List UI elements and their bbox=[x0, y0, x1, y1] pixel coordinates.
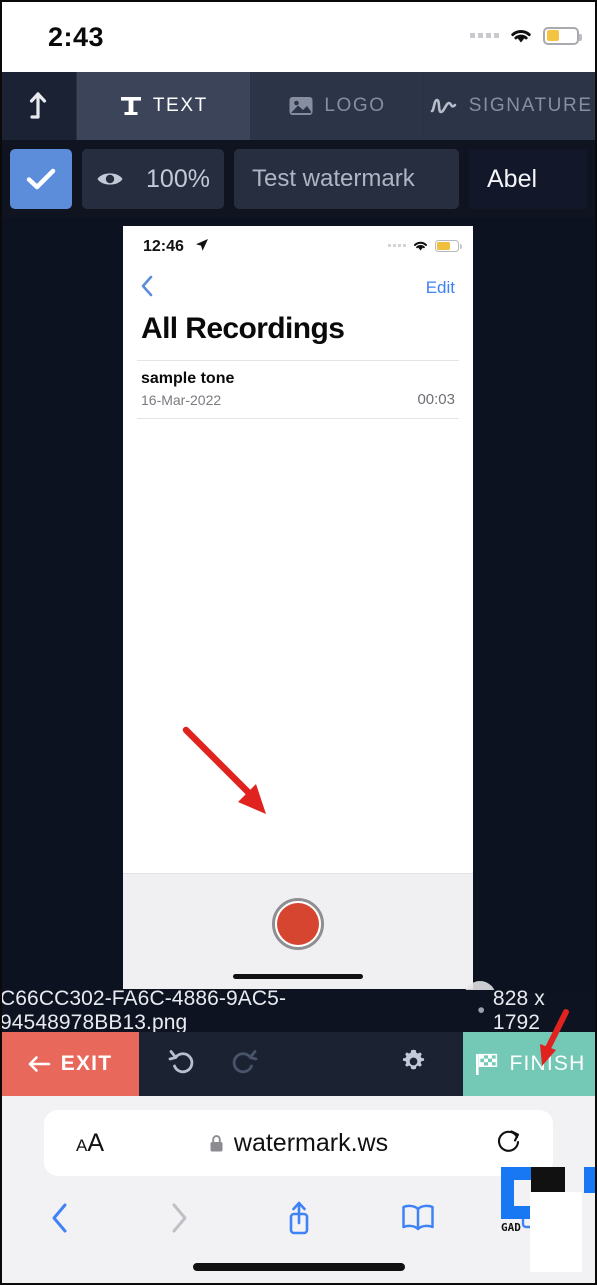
watermark-text-value: Test watermark bbox=[252, 165, 415, 192]
file-info-separator: • bbox=[477, 999, 485, 1022]
preview-back-button[interactable] bbox=[137, 272, 157, 305]
check-icon bbox=[26, 168, 56, 190]
preview-status-bar: 12:46 bbox=[123, 226, 473, 268]
opacity-value: 100% bbox=[146, 164, 210, 193]
watermark-text-input[interactable]: Test watermark bbox=[234, 149, 459, 209]
editor-canvas-stage[interactable]: 12:46 Edit All Recordings sample tone 16… bbox=[0, 218, 597, 990]
settings-button[interactable] bbox=[400, 1048, 427, 1080]
tab-logo-label: LOGO bbox=[324, 95, 386, 116]
record-circle-icon bbox=[277, 903, 319, 945]
file-name: C66CC302-FA6C-4886-9AC5-94548978BB13.png bbox=[0, 987, 287, 1034]
preview-status-indicators bbox=[388, 239, 462, 252]
chevron-left-icon bbox=[141, 275, 153, 297]
browser-url-text: watermark.ws bbox=[233, 1128, 389, 1157]
status-bar-time: 2:43 bbox=[48, 22, 105, 52]
redo-button[interactable] bbox=[229, 1047, 259, 1082]
ios-home-indicator bbox=[192, 1263, 405, 1271]
corner-logo-accent bbox=[584, 1167, 595, 1193]
preview-signal-dots-icon bbox=[388, 244, 406, 247]
preview-recorder-footer bbox=[123, 873, 473, 989]
finish-button[interactable]: FINISH bbox=[463, 1032, 597, 1096]
tab-text-label: TEXT bbox=[152, 95, 208, 116]
exit-label: EXIT bbox=[60, 1052, 113, 1075]
text-size-large-label: A bbox=[87, 1128, 105, 1157]
preview-edit-button[interactable]: Edit bbox=[426, 278, 455, 298]
book-icon bbox=[402, 1204, 434, 1231]
tab-signature-label: SIGNATURE bbox=[468, 95, 593, 116]
preview-time: 12:46 bbox=[143, 238, 184, 255]
status-bar-indicators bbox=[470, 26, 582, 45]
share-icon bbox=[289, 1201, 308, 1235]
location-arrow-icon bbox=[196, 239, 208, 251]
preview-nav-row: Edit bbox=[123, 268, 473, 308]
file-dimensions: 828 x 1792 bbox=[492, 987, 545, 1034]
browser-back-button[interactable] bbox=[0, 1200, 119, 1236]
browser-bookmarks-button[interactable] bbox=[358, 1203, 477, 1233]
signature-icon bbox=[430, 98, 457, 114]
record-button[interactable] bbox=[272, 898, 324, 950]
browser-share-button[interactable] bbox=[239, 1199, 358, 1237]
preview-page-title: All Recordings bbox=[141, 312, 345, 345]
corner-logo-block-icon bbox=[531, 1167, 565, 1193]
recording-date: 16-Mar-2022 bbox=[141, 392, 222, 408]
browser-url-display[interactable]: watermark.ws bbox=[44, 1129, 553, 1158]
recording-duration: 00:03 bbox=[417, 391, 455, 408]
wifi-icon bbox=[511, 30, 531, 43]
text-T-icon bbox=[120, 97, 141, 115]
font-name-value: Abel bbox=[487, 164, 538, 193]
preview-home-indicator bbox=[233, 974, 363, 979]
app-root: 2:43 TEXT LOGO SIGNATURE 100% Test water… bbox=[0, 0, 597, 1285]
editor-toolbar: EXIT FINISH bbox=[0, 1032, 597, 1096]
browser-reload-button[interactable] bbox=[495, 1127, 523, 1160]
undo-icon bbox=[168, 1049, 194, 1073]
tab-text[interactable]: TEXT bbox=[76, 72, 250, 140]
text-size-small-label: A bbox=[76, 1135, 88, 1155]
file-info-bar: C66CC302-FA6C-4886-9AC5-94548978BB13.png… bbox=[0, 987, 597, 1034]
arrow-left-icon bbox=[28, 1056, 51, 1072]
preview-wifi-icon bbox=[414, 241, 427, 251]
watermark-enabled-checkbox[interactable] bbox=[10, 149, 72, 209]
watermark-control-row: 100% Test watermark Abel bbox=[0, 140, 597, 218]
exit-button[interactable]: EXIT bbox=[0, 1032, 139, 1096]
reload-icon bbox=[497, 1129, 520, 1152]
browser-url-bar[interactable]: AA watermark.ws bbox=[44, 1110, 553, 1176]
recording-list-item[interactable]: sample tone 16-Mar-2022 00:03 bbox=[137, 360, 459, 419]
upload-icon bbox=[29, 92, 47, 119]
tab-logo[interactable]: LOGO bbox=[249, 72, 424, 140]
finish-label: FINISH bbox=[509, 1052, 586, 1075]
chevron-left-icon bbox=[52, 1203, 67, 1233]
font-selector[interactable]: Abel bbox=[469, 149, 587, 209]
screenshot-preview: 12:46 Edit All Recordings sample tone 16… bbox=[123, 226, 473, 989]
editor-tab-strip: TEXT LOGO SIGNATURE bbox=[0, 72, 597, 140]
toolbar-actions bbox=[139, 1047, 463, 1082]
signal-dots-icon bbox=[470, 33, 499, 38]
eye-icon bbox=[97, 173, 123, 185]
recording-name: sample tone bbox=[141, 370, 235, 387]
undo-button[interactable] bbox=[167, 1047, 197, 1082]
tab-upload[interactable] bbox=[0, 72, 76, 140]
browser-forward-button[interactable] bbox=[119, 1200, 238, 1236]
redo-icon bbox=[232, 1049, 258, 1073]
image-icon bbox=[289, 97, 313, 115]
chevron-right-icon bbox=[172, 1203, 187, 1233]
text-size-button[interactable]: AA bbox=[76, 1129, 104, 1158]
corner-logo-text: GAD bbox=[501, 1221, 521, 1234]
gear-icon bbox=[402, 1049, 425, 1070]
device-status-bar: 2:43 bbox=[0, 0, 597, 72]
checkered-flag-icon bbox=[476, 1053, 498, 1075]
lock-icon bbox=[210, 1134, 223, 1151]
opacity-control[interactable]: 100% bbox=[82, 149, 224, 209]
battery-low-power-icon bbox=[543, 26, 582, 45]
corner-logo-cover bbox=[530, 1192, 582, 1272]
tab-signature[interactable]: SIGNATURE bbox=[423, 72, 597, 140]
preview-battery-icon bbox=[435, 239, 462, 252]
